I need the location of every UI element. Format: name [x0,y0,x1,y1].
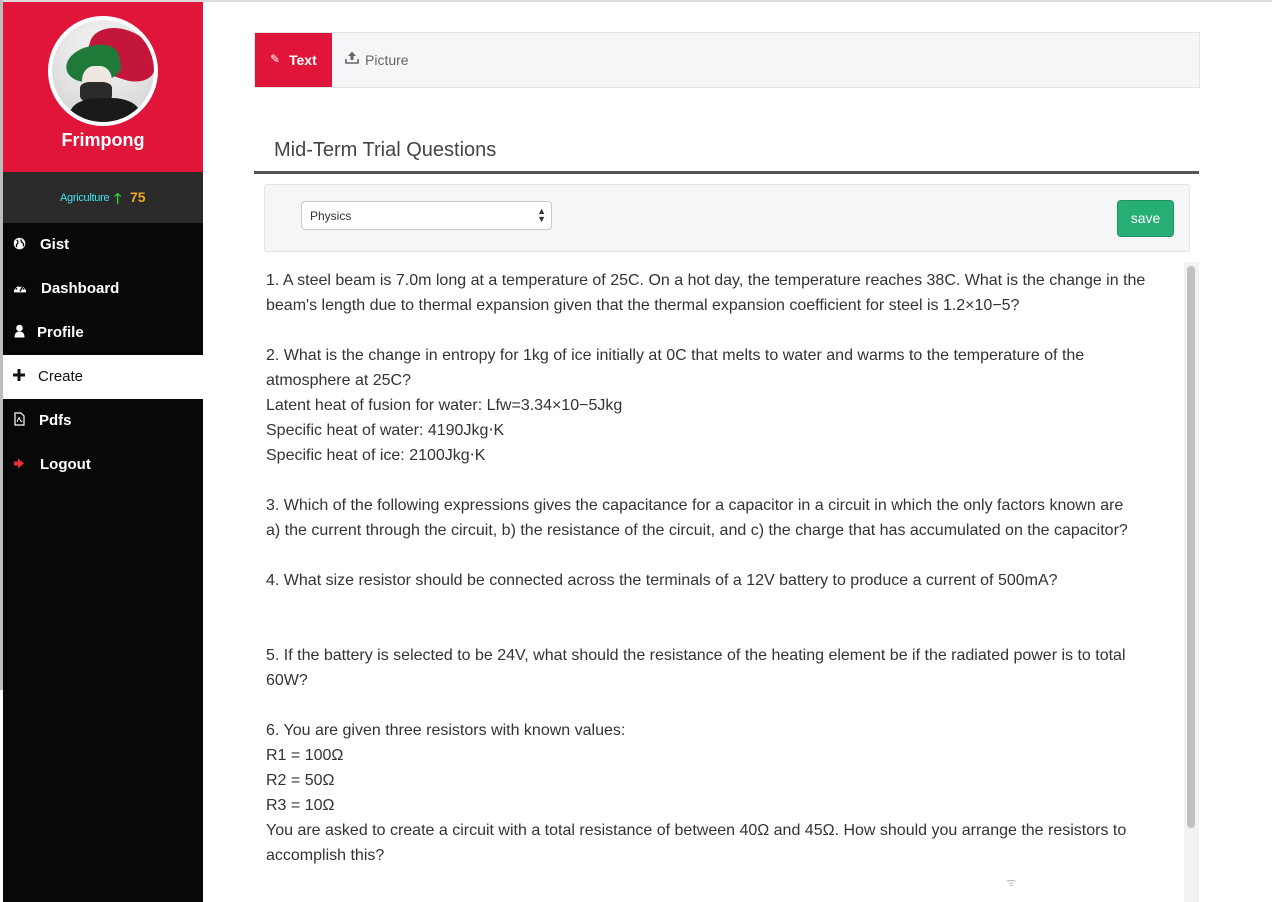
avatar[interactable] [48,16,158,126]
questions-text: 1. A steel beam is 7.0m long at a temper… [266,268,1171,868]
sidebar-item-label: Dashboard [41,280,120,297]
title-divider [254,171,1199,174]
question-line: Specific heat of ice: 2100Jkg⋅K [266,447,486,464]
sidebar: Frimpong Agriculture 🡑 75 Gist Dashboard… [3,2,203,902]
page-title: Mid-Term Trial Questions [274,139,497,161]
question-line: 5. If the battery is selected to be 24V,… [266,647,1126,664]
sidebar-item-label: Profile [37,324,84,341]
question-line: R1 = 100Ω [266,747,344,764]
question-line: You are asked to create a circuit with a… [266,822,1127,839]
subject-select-value: Physics [310,209,352,223]
globe-icon [12,236,26,250]
user-icon [12,324,26,338]
plus-icon [12,368,26,382]
stat-bar: Agriculture 🡑 75 [3,172,203,223]
stat-category-label: Agriculture [60,192,110,204]
question-line: 60W? [266,672,308,689]
subject-select[interactable]: Physics ▲ ▼ [301,201,552,230]
tab-text[interactable]: ✎ Text [255,33,332,87]
question-line: a) the current through the circuit, b) t… [266,522,1128,539]
sidebar-item-label: Create [38,368,84,385]
stat-score: 75 [130,189,146,205]
question-line: 2. What is the change in entropy for 1kg… [266,347,1085,364]
editor-tab-bar: ✎ Text Picture [254,32,1200,88]
question-line: atmosphere at 25C? [266,372,411,389]
question-line: Specific heat of water: 4190Jkg⋅K [266,422,505,439]
question-line: R3 = 10Ω [266,797,335,814]
question-line: 1. A steel beam is 7.0m long at a temper… [266,272,1146,289]
question-line: 4. What size resistor should be connecte… [266,572,1058,589]
sidebar-item-dashboard[interactable]: Dashboard [3,267,203,311]
wifi-off-icon: ᯤ [1006,877,1017,889]
question-line: 6. You are given three resistors with kn… [266,722,626,739]
sidebar-nav: Gist Dashboard Profile Create Pdfs Logou… [3,223,203,487]
question-line: R2 = 50Ω [266,772,335,789]
sidebar-item-gist[interactable]: Gist [3,223,203,267]
sidebar-item-label: Gist [40,236,70,253]
question-line: beam's length due to thermal expansion g… [266,297,1020,314]
sidebar-item-label: Pdfs [39,412,72,429]
pdf-file-icon [12,412,26,426]
dashboard-icon [13,280,27,294]
arrow-up-icon: 🡑 [114,190,122,206]
logout-icon [12,456,26,470]
question-line: 3. Which of the following expressions gi… [266,497,1124,514]
pencil-icon: ✎ [270,52,281,66]
profile-header: Frimpong [3,2,203,172]
questions-editor[interactable]: 1. A steel beam is 7.0m long at a temper… [254,262,1184,902]
sidebar-item-logout[interactable]: Logout [3,443,203,487]
avatar-image [52,20,154,122]
question-controls: Physics ▲ ▼ save [264,184,1190,252]
sidebar-item-profile[interactable]: Profile [3,311,203,355]
tab-label: Text [289,52,317,68]
editor-scrollbar[interactable] [1184,262,1199,902]
username: Frimpong [61,130,145,150]
question-line: accomplish this? [266,847,385,864]
sidebar-item-create[interactable]: Create [3,355,203,399]
question-line: Latent heat of fusion for water: Lfw=3.3… [266,397,623,414]
scrollbar-thumb[interactable] [1187,266,1195,828]
sidebar-item-pdfs[interactable]: Pdfs [3,399,203,443]
tab-label: Picture [365,52,409,68]
select-arrows-icon: ▲ ▼ [537,206,546,224]
save-button[interactable]: save [1117,200,1174,237]
tab-picture[interactable]: Picture [333,33,433,87]
sidebar-item-label: Logout [40,456,91,473]
upload-icon [345,51,359,67]
